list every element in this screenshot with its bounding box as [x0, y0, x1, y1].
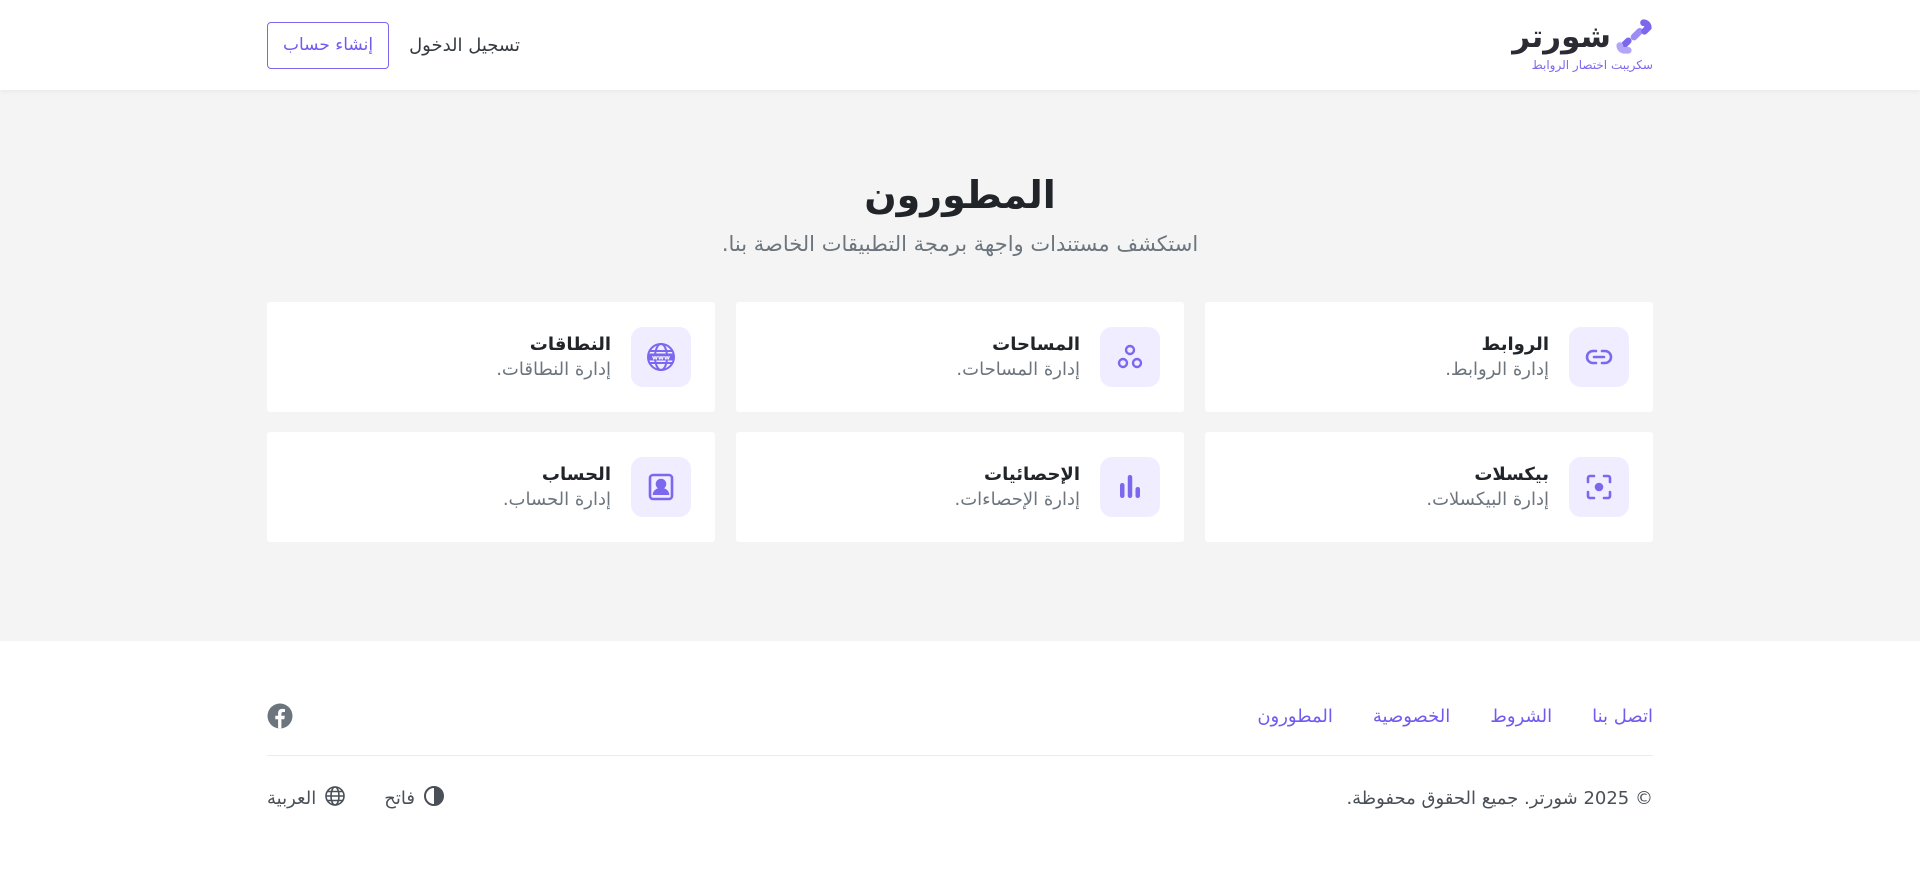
- card-links[interactable]: الروابط إدارة الروابط.: [1205, 302, 1653, 412]
- contrast-icon: [423, 785, 445, 812]
- card-title: الروابط: [1481, 334, 1549, 355]
- card-title: الإحصائيات: [984, 464, 1080, 485]
- signup-button[interactable]: إنشاء حساب: [267, 21, 390, 69]
- card-title: المساحات: [992, 334, 1080, 355]
- header-nav: تسجيل الدخول إنشاء حساب: [267, 21, 520, 69]
- www-icon: www: [631, 327, 691, 387]
- link-icon: [1569, 327, 1629, 387]
- footer-link-developers[interactable]: المطورون: [1257, 706, 1333, 727]
- card-desc: إدارة النطاقات.: [496, 359, 611, 380]
- brand-name: شورتر: [1512, 19, 1611, 55]
- chain-link-icon: [1615, 18, 1653, 56]
- main-content: المطورون استكشف مستندات واجهة برمجة التط…: [0, 90, 1920, 641]
- svg-text:www: www: [652, 354, 670, 362]
- theme-label: فاتح: [384, 788, 415, 809]
- card-spaces[interactable]: المساحات إدارة المساحات.: [736, 302, 1184, 412]
- footer-links: اتصل بنا الشروط الخصوصية المطورون: [1257, 706, 1653, 727]
- language-label: العربية: [267, 788, 317, 809]
- card-title: الحساب: [541, 464, 611, 485]
- card-statistics[interactable]: الإحصائيات إدارة الإحصاءات.: [736, 432, 1184, 542]
- theme-toggle[interactable]: فاتح: [384, 785, 445, 812]
- card-title: بيكسلات: [1474, 464, 1549, 485]
- site-header: شورتر سكريبت اختصار الروابط تسجيل الدخول…: [0, 0, 1920, 90]
- card-desc: إدارة البيكسلات.: [1426, 489, 1549, 510]
- card-desc: إدارة الإحصاءات.: [954, 489, 1080, 510]
- site-footer: اتصل بنا الشروط الخصوصية المطورون © 2025…: [0, 641, 1920, 882]
- card-account[interactable]: الحساب إدارة الحساب.: [267, 432, 715, 542]
- spaces-icon: [1100, 327, 1160, 387]
- brand-logo-link[interactable]: شورتر سكريبت اختصار الروابط: [1512, 18, 1653, 72]
- copyright-text: © 2025 شورتر. جميع الحقوق محفوظة.: [1346, 788, 1653, 809]
- card-domains[interactable]: www النطاقات إدارة النطاقات.: [267, 302, 715, 412]
- globe-icon: [324, 785, 346, 812]
- brand-tagline: سكريبت اختصار الروابط: [1531, 58, 1653, 72]
- card-title: النطاقات: [529, 334, 611, 355]
- login-link[interactable]: تسجيل الدخول: [409, 35, 520, 56]
- api-cards-grid: الروابط إدارة الروابط. المساحات إدارة ال…: [267, 302, 1653, 542]
- bar-chart-icon: [1100, 457, 1160, 517]
- footer-link-privacy[interactable]: الخصوصية: [1373, 706, 1450, 727]
- account-icon: [631, 457, 691, 517]
- focus-icon: [1569, 457, 1629, 517]
- card-pixels[interactable]: بيكسلات إدارة البيكسلات.: [1205, 432, 1653, 542]
- card-desc: إدارة المساحات.: [956, 359, 1080, 380]
- page-title: المطورون: [864, 173, 1056, 217]
- footer-link-contact[interactable]: اتصل بنا: [1592, 706, 1653, 727]
- card-desc: إدارة الروابط.: [1445, 359, 1549, 380]
- facebook-icon[interactable]: [267, 703, 293, 729]
- page-subtitle: استكشف مستندات واجهة برمجة التطبيقات الخ…: [721, 232, 1199, 256]
- card-desc: إدارة الحساب.: [502, 489, 611, 510]
- footer-link-terms[interactable]: الشروط: [1490, 706, 1552, 727]
- language-selector[interactable]: العربية: [267, 785, 346, 812]
